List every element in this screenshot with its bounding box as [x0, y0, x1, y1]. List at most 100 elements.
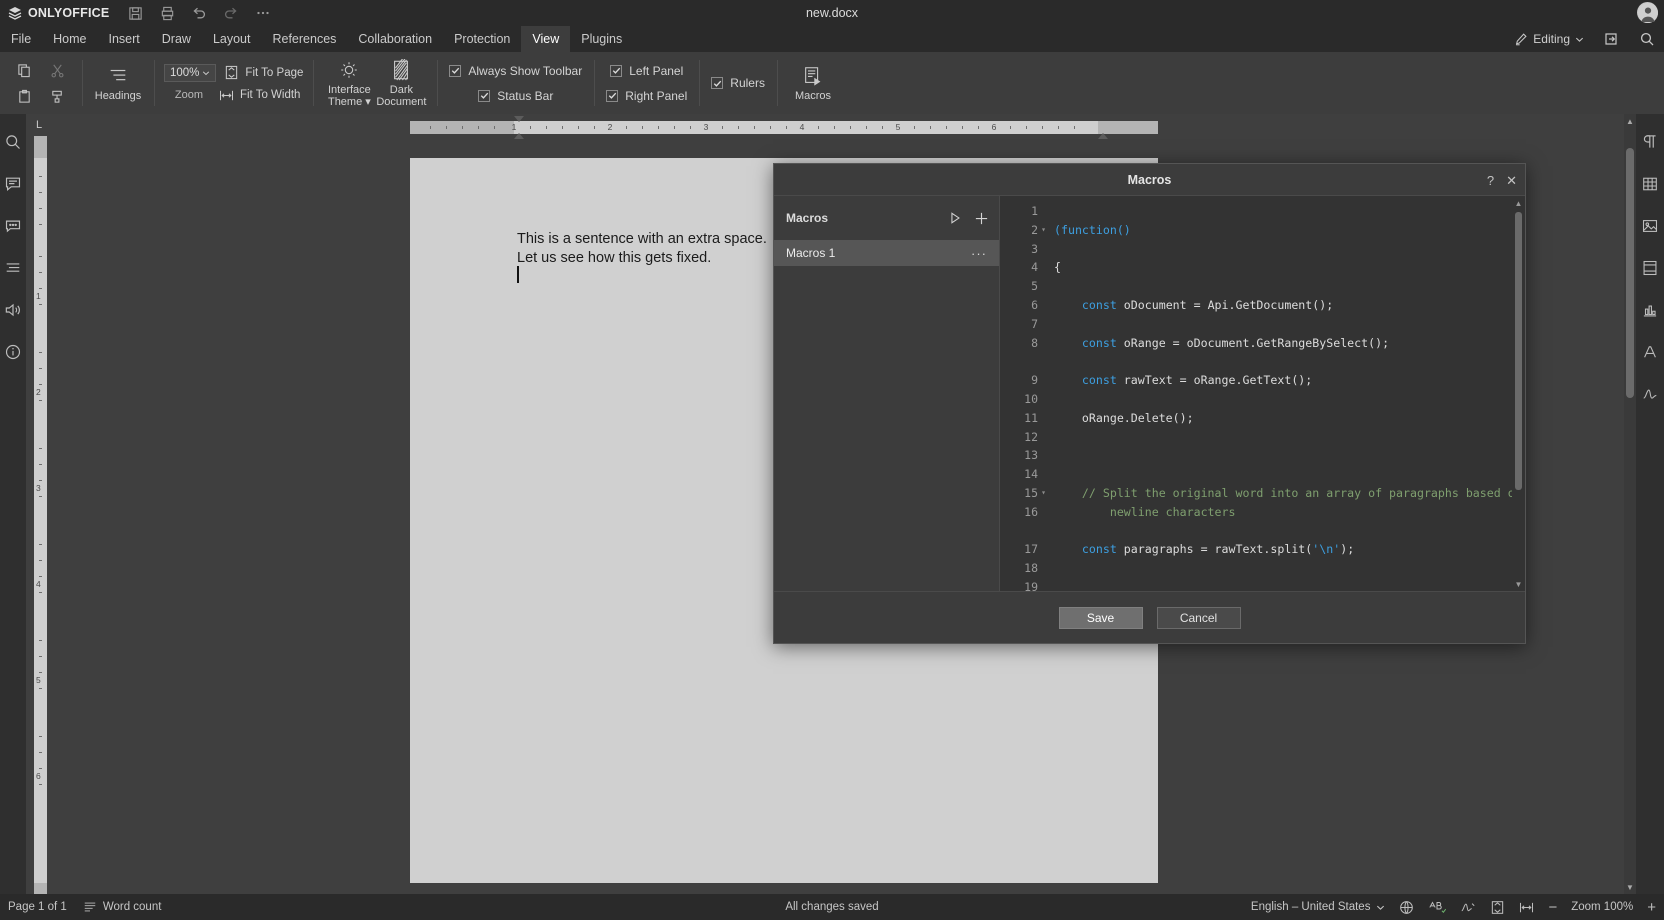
tab-plugins[interactable]: Plugins: [570, 26, 633, 52]
plus-icon[interactable]: [974, 211, 989, 226]
checkbox-rulers[interactable]: Rulers: [711, 76, 765, 90]
code-line: const rawText = oRange.GetText();: [1081, 373, 1313, 388]
list-item[interactable]: Macros 1 ···: [774, 240, 999, 266]
word-count-button[interactable]: Word count: [83, 900, 161, 914]
cancel-button[interactable]: Cancel: [1156, 606, 1241, 629]
save-icon[interactable]: [126, 4, 144, 22]
comments-icon[interactable]: [3, 174, 23, 194]
macros-code-editor[interactable]: 1 2 ▾ 3 4 5 6 7 8 9 10 11 12 13 14 15 ▾ 1: [1000, 196, 1525, 591]
vertical-ruler[interactable]: 1 2 3 4 5 6: [34, 136, 47, 894]
chat-icon[interactable]: [3, 216, 23, 236]
print-icon[interactable]: [158, 4, 176, 22]
code-line: const oDocument = Api.GetDocument();: [1081, 297, 1334, 312]
image-settings-icon[interactable]: [1640, 216, 1660, 236]
line-number: 19: [1024, 579, 1038, 591]
right-indent-marker[interactable]: [1098, 133, 1108, 139]
brand-name: ONLYOFFICE: [28, 6, 110, 20]
tab-home[interactable]: Home: [42, 26, 97, 52]
avatar[interactable]: [1637, 2, 1658, 23]
editing-mode-button[interactable]: Editing: [1514, 32, 1584, 46]
copy-style-icon[interactable]: [49, 88, 66, 105]
cut-icon[interactable]: [49, 62, 66, 79]
scroll-up-arrow[interactable]: ▲: [1624, 114, 1636, 128]
headings-button[interactable]: Headings: [92, 54, 144, 112]
search-icon[interactable]: [1638, 30, 1656, 48]
ruler-number: 1: [511, 122, 517, 132]
about-icon[interactable]: [3, 342, 23, 362]
zoom-select[interactable]: 100%: [164, 63, 217, 82]
help-icon[interactable]: ?: [1487, 174, 1494, 187]
tab-file[interactable]: File: [0, 26, 42, 52]
dark-document-button[interactable]: Dark Document: [375, 54, 427, 112]
zoom-in-button[interactable]: +: [1647, 899, 1656, 916]
paste-icon[interactable]: [16, 88, 33, 105]
close-icon[interactable]: ✕: [1506, 174, 1517, 187]
onlyoffice-logo-icon: [8, 6, 22, 20]
vruler-number: 6: [36, 771, 41, 781]
code-vertical-scrollbar[interactable]: ▲ ▼: [1512, 196, 1525, 591]
header-footer-settings-icon[interactable]: [1640, 258, 1660, 278]
macros-button[interactable]: Macros: [787, 54, 839, 112]
language-selector[interactable]: English – United States: [1251, 901, 1386, 913]
ribbon-group-toolbar-options: Always Show Toolbar Status Bar: [437, 52, 594, 114]
navigation-icon[interactable]: [3, 258, 23, 278]
paragraph-settings-icon[interactable]: [1640, 132, 1660, 152]
undo-icon[interactable]: [190, 4, 208, 22]
tab-insert[interactable]: Insert: [98, 26, 151, 52]
horizontal-ruler[interactable]: 1 2 3 4 5 6: [410, 116, 1158, 139]
scrollbar-thumb[interactable]: [1626, 148, 1634, 398]
left-indent-marker[interactable]: [514, 133, 524, 139]
more-icon[interactable]: [254, 4, 272, 22]
open-file-location-icon[interactable]: [1602, 30, 1620, 48]
zoom-out-button[interactable]: −: [1548, 899, 1557, 916]
text-art-settings-icon[interactable]: [1640, 342, 1660, 362]
spell-checking-icon[interactable]: [1428, 900, 1447, 914]
document-vertical-scrollbar[interactable]: ▲ ▼: [1624, 114, 1636, 894]
ruler-corner-tab-selector[interactable]: L: [26, 114, 52, 136]
code-scroll-up-arrow[interactable]: ▲: [1512, 196, 1525, 210]
page-info[interactable]: Page 1 of 1: [8, 901, 67, 913]
fit-to-width-status-icon[interactable]: [1519, 900, 1534, 915]
track-changes-icon[interactable]: [1460, 900, 1476, 914]
first-line-indent-marker[interactable]: [514, 116, 524, 122]
chart-settings-icon[interactable]: [1640, 300, 1660, 320]
code-scrollbar-thumb[interactable]: [1515, 212, 1522, 490]
set-language-icon[interactable]: [1399, 900, 1414, 915]
checkbox-always-show-toolbar[interactable]: Always Show Toolbar: [449, 64, 582, 78]
checkbox-icon: [478, 89, 491, 102]
checkbox-label: Left Panel: [629, 63, 684, 78]
checkbox-right-panel[interactable]: Right Panel: [606, 89, 687, 103]
signature-settings-icon[interactable]: [1640, 384, 1660, 404]
fit-to-width-button[interactable]: Fit To Width: [219, 88, 300, 103]
pencil-icon: [1514, 32, 1528, 46]
fit-to-page-status-icon[interactable]: [1490, 900, 1505, 915]
tab-layout[interactable]: Layout: [202, 26, 262, 52]
interface-theme-button[interactable]: Interface Theme ▾: [323, 54, 375, 112]
zoom-level-label[interactable]: Zoom 100%: [1571, 901, 1633, 913]
vruler-number: 1: [36, 291, 41, 301]
vruler-number: 2: [36, 387, 41, 397]
ruler-number: 4: [799, 122, 805, 132]
macros-list-panel: Macros Macros 1 ···: [774, 196, 1000, 591]
copy-icon[interactable]: [16, 62, 33, 79]
checkbox-status-bar[interactable]: Status Bar: [478, 89, 553, 103]
scroll-down-arrow[interactable]: ▼: [1624, 880, 1636, 894]
code-scroll-down-arrow[interactable]: ▼: [1512, 577, 1525, 591]
table-settings-icon[interactable]: [1640, 174, 1660, 194]
fit-to-page-button[interactable]: Fit To Page: [224, 65, 303, 80]
redo-icon[interactable]: [222, 4, 240, 22]
macros-dialog-header[interactable]: Macros ? ✕: [774, 164, 1525, 196]
tab-protection[interactable]: Protection: [443, 26, 521, 52]
checkbox-left-panel[interactable]: Left Panel: [610, 64, 683, 78]
feedback-icon[interactable]: [3, 300, 23, 320]
tab-references[interactable]: References: [261, 26, 347, 52]
search-icon[interactable]: [3, 132, 23, 152]
save-button[interactable]: Save: [1058, 606, 1143, 629]
play-icon[interactable]: [948, 211, 962, 225]
tab-collaboration[interactable]: Collaboration: [347, 26, 443, 52]
tab-draw[interactable]: Draw: [151, 26, 202, 52]
code-text-area[interactable]: (function() { const oDocument = Api.GetD…: [1044, 196, 1525, 591]
macro-item-menu-icon[interactable]: ···: [971, 246, 987, 261]
macros-list-title: Macros: [786, 211, 829, 225]
tab-view[interactable]: View: [521, 26, 571, 52]
